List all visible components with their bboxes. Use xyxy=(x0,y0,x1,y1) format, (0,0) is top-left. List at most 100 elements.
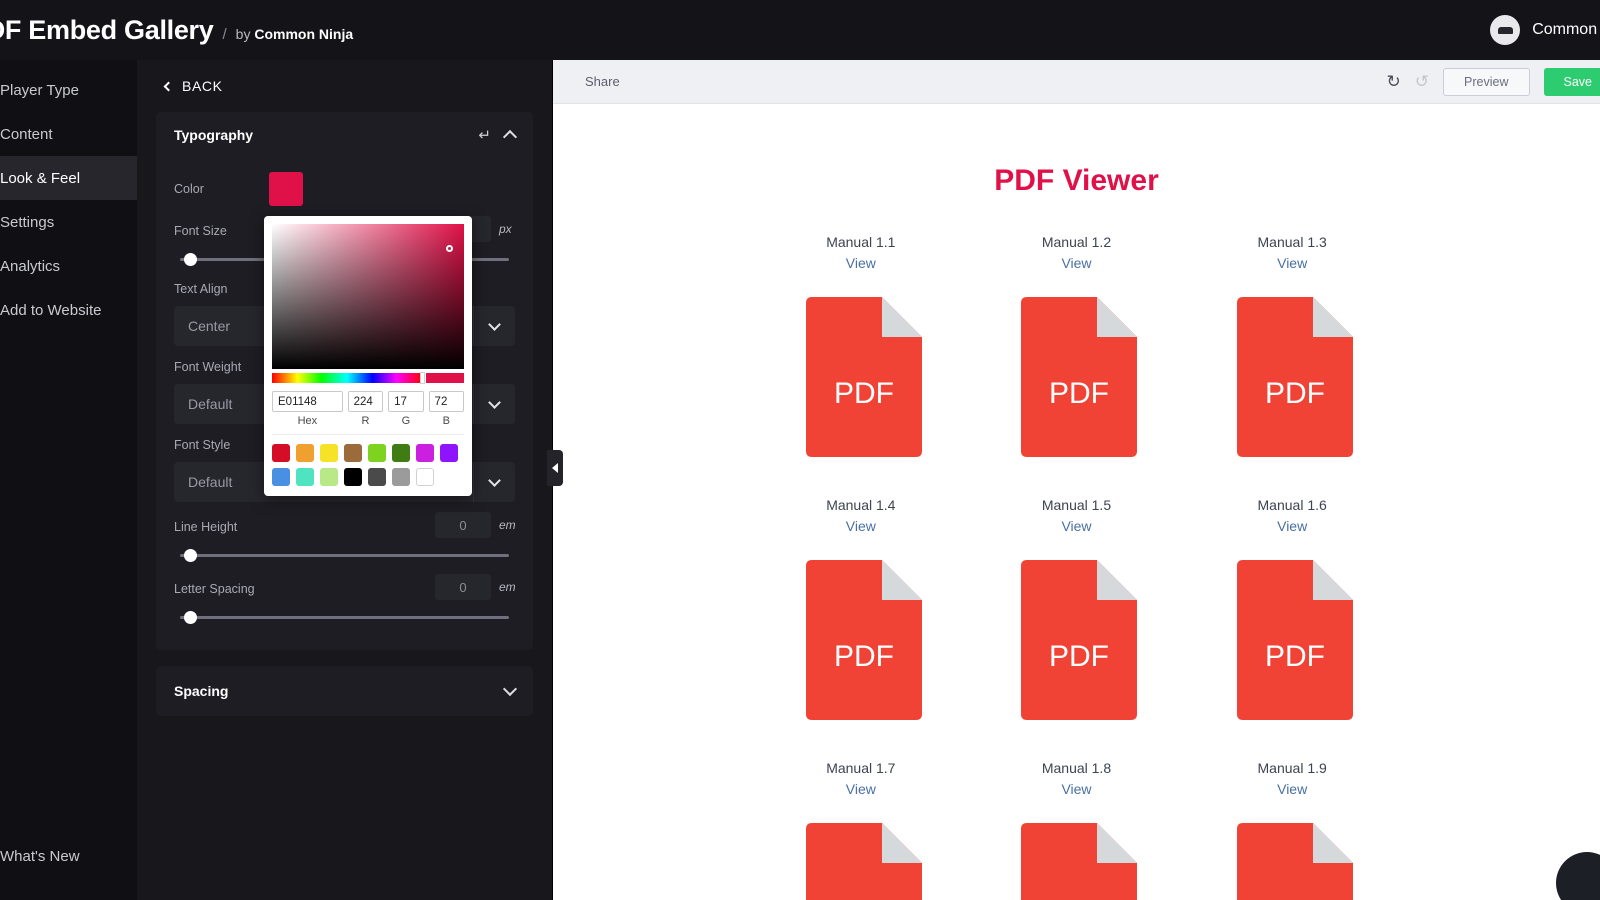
avatar[interactable] xyxy=(1490,15,1521,45)
svg-text:PDF: PDF xyxy=(834,640,894,673)
gallery-grid: Manual 1.1 View PDF Manual 1.2 View PDF Manual… xyxy=(553,234,1600,900)
sidebar-item-content[interactable]: Content xyxy=(0,112,137,156)
undo-icon[interactable]: ↻ xyxy=(1387,73,1401,90)
sidebar-item-label: What's New xyxy=(0,847,80,865)
svg-text:PDF: PDF xyxy=(1265,640,1325,673)
chevron-left-icon xyxy=(163,81,174,91)
slider-knob[interactable] xyxy=(184,549,197,562)
chevron-down-icon[interactable] xyxy=(502,681,518,697)
user-menu[interactable]: Common Ninja xyxy=(1490,0,1600,60)
red-label: R xyxy=(361,415,370,427)
preset-swatch[interactable] xyxy=(320,444,338,462)
byline-company: Common Ninja xyxy=(254,25,354,42)
preset-swatch[interactable] xyxy=(392,444,410,462)
pdf-file-icon[interactable]: PDF xyxy=(1015,297,1138,457)
color-swatch-button[interactable] xyxy=(269,172,304,206)
sidebar-item-look-and-feel[interactable]: Look & Feel xyxy=(0,156,137,200)
chevron-down-icon[interactable] xyxy=(473,384,515,424)
preview-button[interactable]: Preview xyxy=(1443,67,1530,96)
letter-spacing-unit: em xyxy=(499,580,516,594)
preset-swatch[interactable] xyxy=(368,444,386,462)
gallery-item-title: Manual 1.1 xyxy=(826,234,896,250)
pdf-file-icon[interactable]: PDF xyxy=(1015,560,1138,720)
redo-icon[interactable]: ↺ xyxy=(1415,73,1429,90)
letter-spacing-input[interactable]: 0 xyxy=(435,574,491,600)
preset-swatch[interactable] xyxy=(344,444,362,462)
hue-slider[interactable] xyxy=(272,372,425,384)
sidebar: Player Type Content Look & Feel Settings… xyxy=(0,60,137,900)
color-picker-popover[interactable]: E01148 224 17 72 Hex R G B xyxy=(264,216,472,496)
preset-swatch[interactable] xyxy=(416,444,434,462)
spacing-header[interactable]: Spacing xyxy=(156,666,533,716)
pdf-file-icon[interactable]: PDF xyxy=(1015,823,1138,900)
preview-area: Share ↻ ↺ Preview Save PDF Viewer Manual… xyxy=(553,60,1600,900)
sidebar-item-add-to-website[interactable]: Add to Website xyxy=(0,288,137,332)
sidebar-item-analytics[interactable]: Analytics xyxy=(0,244,137,288)
spacing-section: Spacing xyxy=(156,666,533,716)
back-button[interactable]: BACK xyxy=(137,60,552,112)
pdf-file-icon[interactable]: PDF xyxy=(800,823,922,900)
line-height-field: Line Height 0 em xyxy=(174,506,516,564)
preset-swatch[interactable] xyxy=(368,468,386,486)
saturation-cursor[interactable] xyxy=(446,245,453,252)
hex-input[interactable]: E01148 xyxy=(272,391,343,412)
slider-knob[interactable] xyxy=(184,611,197,624)
slider-knob[interactable] xyxy=(184,253,197,266)
gallery-item-view-link[interactable]: View xyxy=(1184,255,1400,271)
share-button[interactable]: Share xyxy=(585,74,620,89)
pdf-file-icon[interactable]: PDF xyxy=(1231,560,1354,720)
save-button[interactable]: Save xyxy=(1543,67,1600,96)
gallery-item: Manual 1.2 View PDF xyxy=(969,234,1185,457)
pdf-file-icon[interactable]: PDF xyxy=(800,297,922,457)
app-title: PDF Embed Gallery xyxy=(0,14,214,45)
saturation-value-area[interactable] xyxy=(272,224,464,369)
panel-collapse-handle[interactable] xyxy=(547,450,563,486)
gallery-item-view-link[interactable]: View xyxy=(969,781,1185,797)
gallery-item-view-link[interactable]: View xyxy=(1184,518,1400,534)
preset-swatch[interactable] xyxy=(440,444,458,462)
preset-swatch[interactable] xyxy=(272,444,290,462)
preset-swatch[interactable] xyxy=(272,468,290,486)
sidebar-item-settings[interactable]: Settings xyxy=(0,200,137,244)
blue-input[interactable]: 72 xyxy=(428,391,464,412)
spacing-title: Spacing xyxy=(174,683,229,699)
gallery-item-view-link[interactable]: View xyxy=(753,255,969,271)
typography-header[interactable]: Typography ↵ xyxy=(156,112,533,158)
typography-title: Typography xyxy=(174,127,254,143)
byline-prefix: by xyxy=(235,25,251,42)
pdf-file-icon[interactable]: PDF xyxy=(1231,823,1354,900)
pdf-file-icon[interactable]: PDF xyxy=(800,560,922,720)
preset-swatch[interactable] xyxy=(296,468,314,486)
chevron-up-icon[interactable] xyxy=(502,129,518,145)
gallery-item-title: Manual 1.8 xyxy=(1041,760,1112,776)
svg-text:PDF: PDF xyxy=(1049,377,1109,410)
hue-knob[interactable] xyxy=(420,372,425,384)
gallery-item-view-link[interactable]: View xyxy=(753,781,969,797)
svg-text:PDF: PDF xyxy=(834,377,894,410)
gallery-item-view-link[interactable]: View xyxy=(1184,781,1400,797)
line-height-input[interactable]: 0 xyxy=(435,512,491,538)
sidebar-item-player-type[interactable]: Player Type xyxy=(0,68,137,112)
chevron-down-icon[interactable] xyxy=(473,306,515,346)
green-input[interactable]: 17 xyxy=(388,391,424,412)
svg-text:PDF: PDF xyxy=(1265,377,1325,410)
green-label: G xyxy=(401,415,411,427)
line-height-slider[interactable] xyxy=(174,546,515,564)
sidebar-item-whats-new[interactable]: What's New xyxy=(0,834,137,878)
preset-swatch[interactable] xyxy=(320,468,338,486)
letter-spacing-slider[interactable] xyxy=(174,608,515,626)
preset-swatch[interactable] xyxy=(296,444,314,462)
gallery-item-view-link[interactable]: View xyxy=(753,518,969,534)
pdf-file-icon[interactable]: PDF xyxy=(1231,297,1354,457)
preset-swatch[interactable] xyxy=(392,468,410,486)
preset-swatch[interactable] xyxy=(416,468,434,486)
chevron-down-icon[interactable] xyxy=(473,462,515,502)
user-name: Common Ninja xyxy=(1532,21,1600,38)
slider-track xyxy=(180,616,509,619)
gallery-item-view-link[interactable]: View xyxy=(969,255,1185,271)
preset-swatch[interactable] xyxy=(344,468,362,486)
undo-arrow-icon[interactable]: ↵ xyxy=(478,128,491,143)
gallery-item-view-link[interactable]: View xyxy=(969,518,1185,534)
svg-text:PDF: PDF xyxy=(1049,640,1109,673)
red-input[interactable]: 224 xyxy=(347,391,384,412)
